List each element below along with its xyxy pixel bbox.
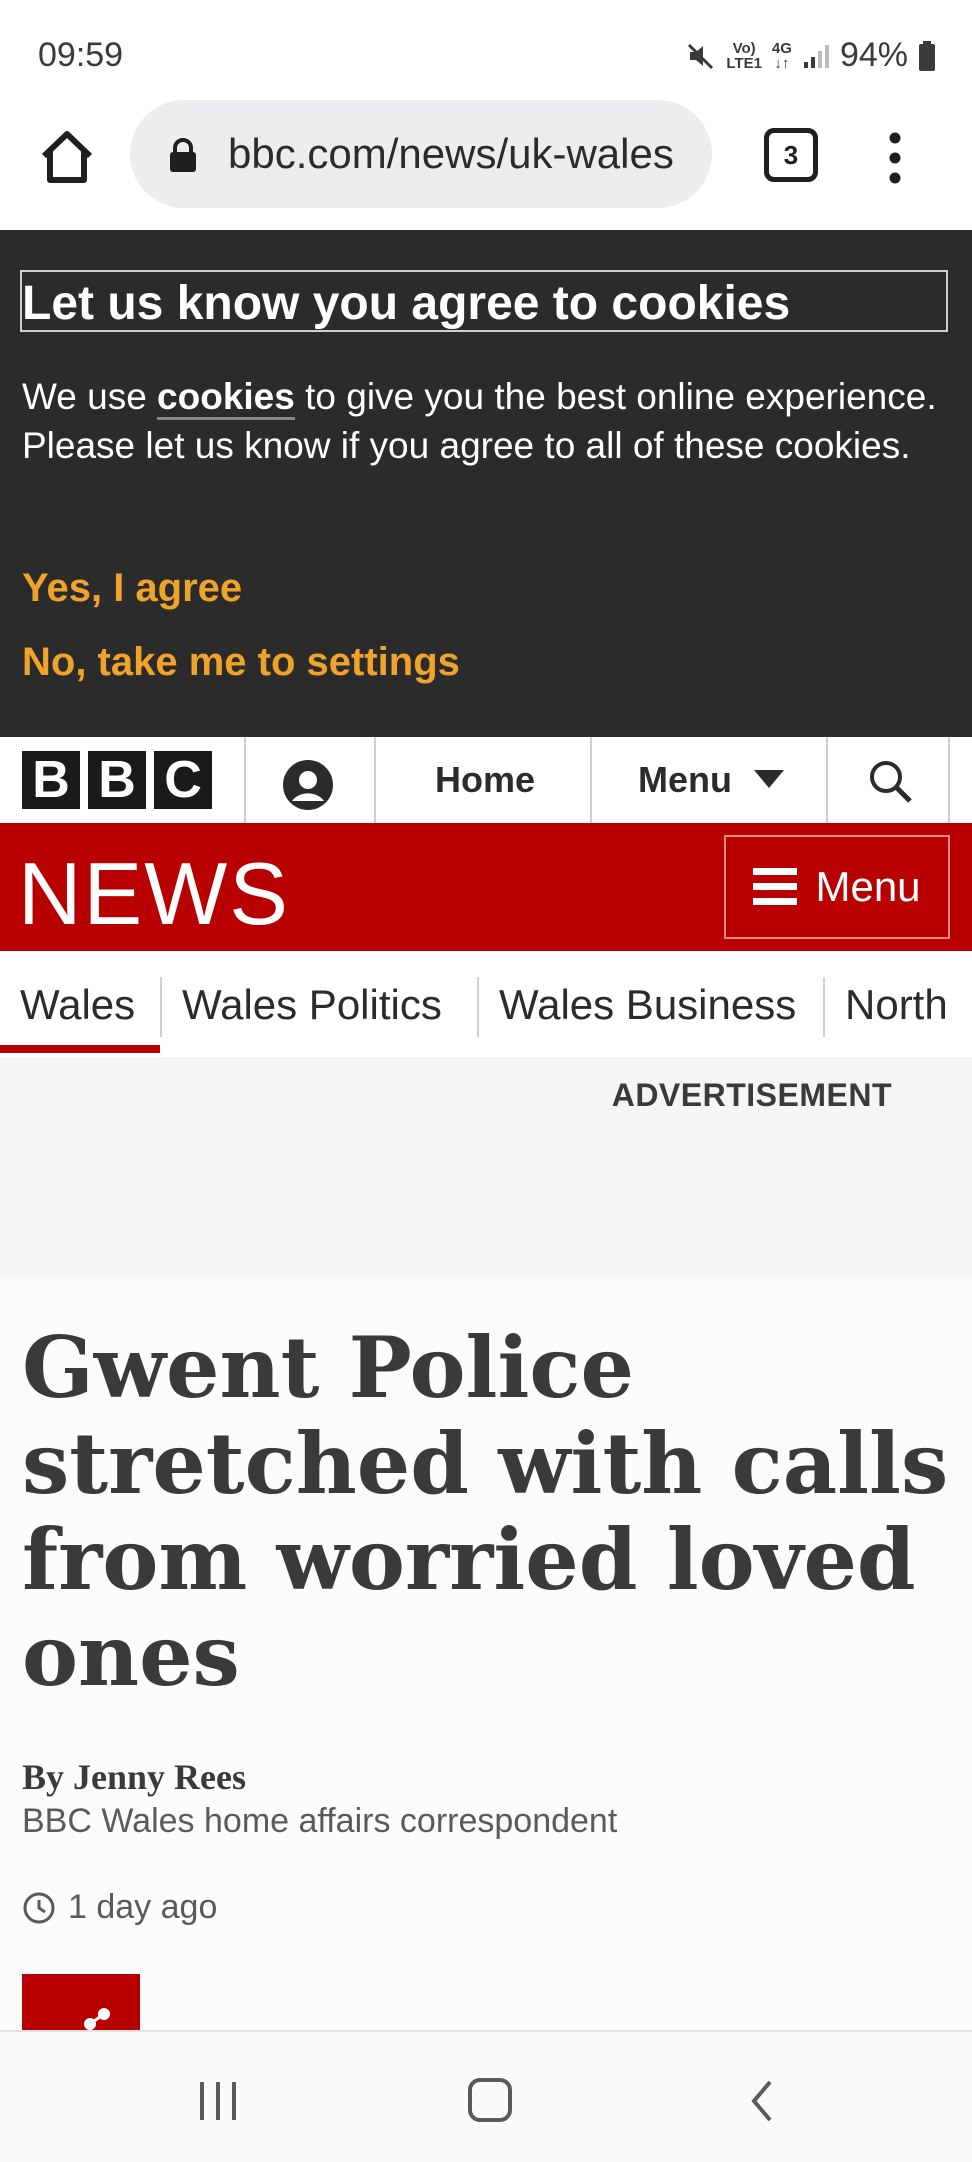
tab-divider (823, 977, 825, 1037)
bbc-home-link[interactable]: Home (380, 759, 590, 801)
active-tab-indicator (0, 1045, 160, 1053)
status-bar: 09:59 Vo) LTE1 4G ↓↑ 94% (0, 0, 972, 100)
clock-icon (23, 1892, 55, 1923)
tab-switcher-button[interactable]: 3 (764, 128, 818, 182)
nav-divider (826, 737, 828, 823)
battery-percent: 94% (839, 36, 908, 74)
back-nav-button[interactable] (732, 2076, 792, 2126)
nav-divider (948, 737, 950, 823)
volte-indicator: Vo) LTE1 (726, 39, 762, 72)
mute-icon (688, 43, 714, 69)
cookies-link[interactable]: cookies (157, 376, 295, 420)
status-icons: Vo) LTE1 4G ↓↑ 94% (686, 36, 936, 75)
more-options-button[interactable] (880, 128, 910, 188)
network-indicator: 4G ↓↑ (771, 39, 792, 72)
tab-divider (477, 977, 479, 1037)
news-logo[interactable]: NEWS (18, 843, 290, 945)
bbc-logo[interactable]: B B C (22, 751, 212, 809)
advertisement-label: ADVERTISEMENT (611, 1077, 892, 1113)
cookie-title: Let us know you agree to cookies (22, 277, 791, 330)
share-icon (84, 2008, 110, 2030)
article-headline: Gwent Police stretched with calls from w… (22, 1318, 949, 1705)
home-button[interactable] (36, 126, 98, 188)
cookie-banner: Let us know you agree to cookies We use … (0, 230, 972, 737)
battery-icon (919, 40, 935, 71)
nav-divider (590, 737, 592, 823)
author-role: BBC Wales home affairs correspondent (22, 1802, 618, 1840)
article-byline: By Jenny Rees (22, 1757, 246, 1797)
hamburger-icon (753, 868, 798, 905)
section-nav: Wales Wales Politics Wales Business Nort… (0, 951, 972, 1057)
account-button[interactable] (282, 759, 334, 811)
caret-down-icon (754, 770, 784, 788)
nav-divider (374, 737, 376, 823)
address-bar[interactable]: bbc.com/news/uk-wales (130, 100, 712, 208)
bbc-menu-button[interactable]: Menu (600, 759, 822, 801)
home-nav-icon (468, 2078, 512, 2122)
signal-icon (803, 44, 829, 68)
search-icon (870, 761, 912, 803)
more-vert-icon (889, 132, 901, 184)
lock-icon (170, 138, 196, 172)
tab-wales[interactable]: Wales (20, 981, 135, 1029)
tab-north[interactable]: North (845, 981, 949, 1029)
tab-divider (160, 977, 162, 1037)
account-icon (283, 760, 333, 810)
recent-apps-icon (200, 2082, 236, 2120)
status-time: 09:59 (38, 36, 124, 74)
search-button[interactable] (866, 757, 914, 805)
url-text[interactable]: bbc.com/news/uk-wales (228, 130, 688, 178)
home-icon (41, 131, 93, 183)
cookie-settings-button[interactable]: No, take me to settings (22, 640, 460, 685)
news-menu-button[interactable]: Menu (724, 835, 950, 939)
bbc-global-nav: B B C Home Menu (0, 737, 972, 826)
agree-cookies-button[interactable]: Yes, I agree (22, 566, 242, 611)
system-navigation-bar (0, 2030, 972, 2162)
advertisement-slot: ADVERTISEMENT (0, 1057, 972, 1279)
nav-divider (244, 737, 246, 823)
tab-wales-business[interactable]: Wales Business (499, 981, 796, 1029)
article-timestamp: 1 day ago (22, 1888, 217, 1927)
cookie-description: We use cookies to give you the best onli… (22, 376, 937, 466)
back-icon (751, 2080, 772, 2122)
news-header: NEWS Menu (0, 823, 972, 951)
tab-wales-politics[interactable]: Wales Politics (182, 981, 442, 1029)
browser-toolbar: bbc.com/news/uk-wales 3 (0, 100, 972, 230)
recent-apps-button[interactable] (188, 2076, 248, 2126)
home-nav-button[interactable] (460, 2076, 520, 2126)
share-button[interactable] (22, 1974, 140, 2030)
